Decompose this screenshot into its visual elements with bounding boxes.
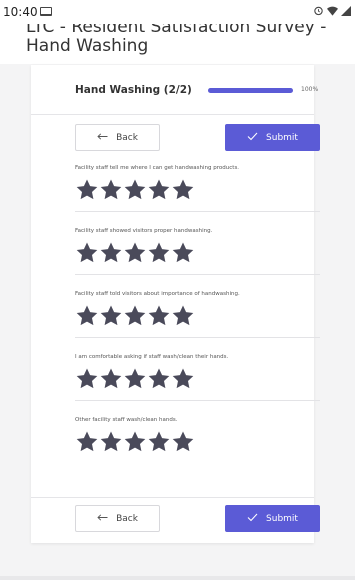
question-text: Facility staff told visitors about impor… [75, 291, 240, 297]
star-icon[interactable] [171, 430, 195, 454]
star-icon[interactable] [99, 178, 123, 202]
card-header: Hand Washing (2/2) 100% [31, 65, 318, 115]
star-icon[interactable] [123, 430, 147, 454]
back-label: Back [116, 132, 138, 143]
star-icon[interactable] [147, 241, 171, 265]
status-time: 10:40 [3, 5, 38, 19]
back-button-bottom[interactable]: Back [75, 505, 160, 532]
star-icon[interactable] [171, 178, 195, 202]
star-icon[interactable] [123, 304, 147, 328]
progress-bar [208, 88, 293, 93]
status-icons [313, 5, 351, 19]
star-rating [75, 241, 195, 265]
star-rating [75, 367, 195, 391]
check-icon [247, 513, 258, 525]
back-label: Back [116, 513, 138, 524]
star-icon[interactable] [171, 367, 195, 391]
star-icon[interactable] [171, 304, 195, 328]
star-icon[interactable] [75, 178, 99, 202]
star-icon[interactable] [75, 241, 99, 265]
section-title: Hand Washing (2/2) [75, 84, 192, 96]
star-icon[interactable] [147, 430, 171, 454]
star-icon[interactable] [123, 367, 147, 391]
star-icon[interactable] [99, 304, 123, 328]
notification-icon [40, 7, 52, 16]
question-text: I am comfortable asking if staff wash/cl… [75, 354, 229, 360]
arrow-left-icon [97, 513, 108, 524]
star-icon[interactable] [147, 367, 171, 391]
question-text: Other facility staff wash/clean hands. [75, 417, 178, 423]
question-text: Facility staff tell me where I can get h… [75, 165, 240, 171]
signal-icon [341, 5, 351, 19]
status-bar: 10:40 [0, 0, 355, 24]
question-text: Facility staff showed visitors proper ha… [75, 228, 213, 234]
submit-label: Submit [266, 513, 298, 524]
star-icon[interactable] [99, 241, 123, 265]
wifi-icon [327, 6, 338, 19]
star-icon[interactable] [123, 241, 147, 265]
star-icon[interactable] [75, 430, 99, 454]
bottom-edge [0, 576, 355, 580]
star-rating [75, 178, 195, 202]
star-rating [75, 430, 195, 454]
star-rating [75, 304, 195, 328]
star-icon[interactable] [75, 304, 99, 328]
page-title: LTC - Resident Satisfaction Survey - Han… [26, 24, 327, 56]
star-icon[interactable] [171, 241, 195, 265]
star-icon[interactable] [147, 178, 171, 202]
star-icon[interactable] [99, 430, 123, 454]
back-button[interactable]: Back [75, 124, 160, 151]
question-divider [75, 400, 320, 401]
alarm-icon [313, 5, 324, 19]
progress-label: 100% [301, 86, 319, 93]
star-icon[interactable] [75, 367, 99, 391]
question-divider [75, 211, 320, 212]
app-header: LTC - Resident Satisfaction Survey - Han… [0, 24, 355, 64]
star-icon[interactable] [147, 304, 171, 328]
question-divider [75, 337, 320, 338]
progress-fill [208, 88, 293, 93]
check-icon [247, 132, 258, 144]
submit-label: Submit [266, 132, 298, 143]
star-icon[interactable] [99, 367, 123, 391]
star-icon[interactable] [123, 178, 147, 202]
submit-button-bottom[interactable]: Submit [225, 505, 320, 532]
footer-divider [31, 497, 314, 498]
survey-card: Hand Washing (2/2) 100% Back Submit Faci… [31, 65, 320, 543]
submit-button[interactable]: Submit [225, 124, 320, 151]
question-divider [75, 274, 320, 275]
arrow-left-icon [97, 132, 108, 143]
